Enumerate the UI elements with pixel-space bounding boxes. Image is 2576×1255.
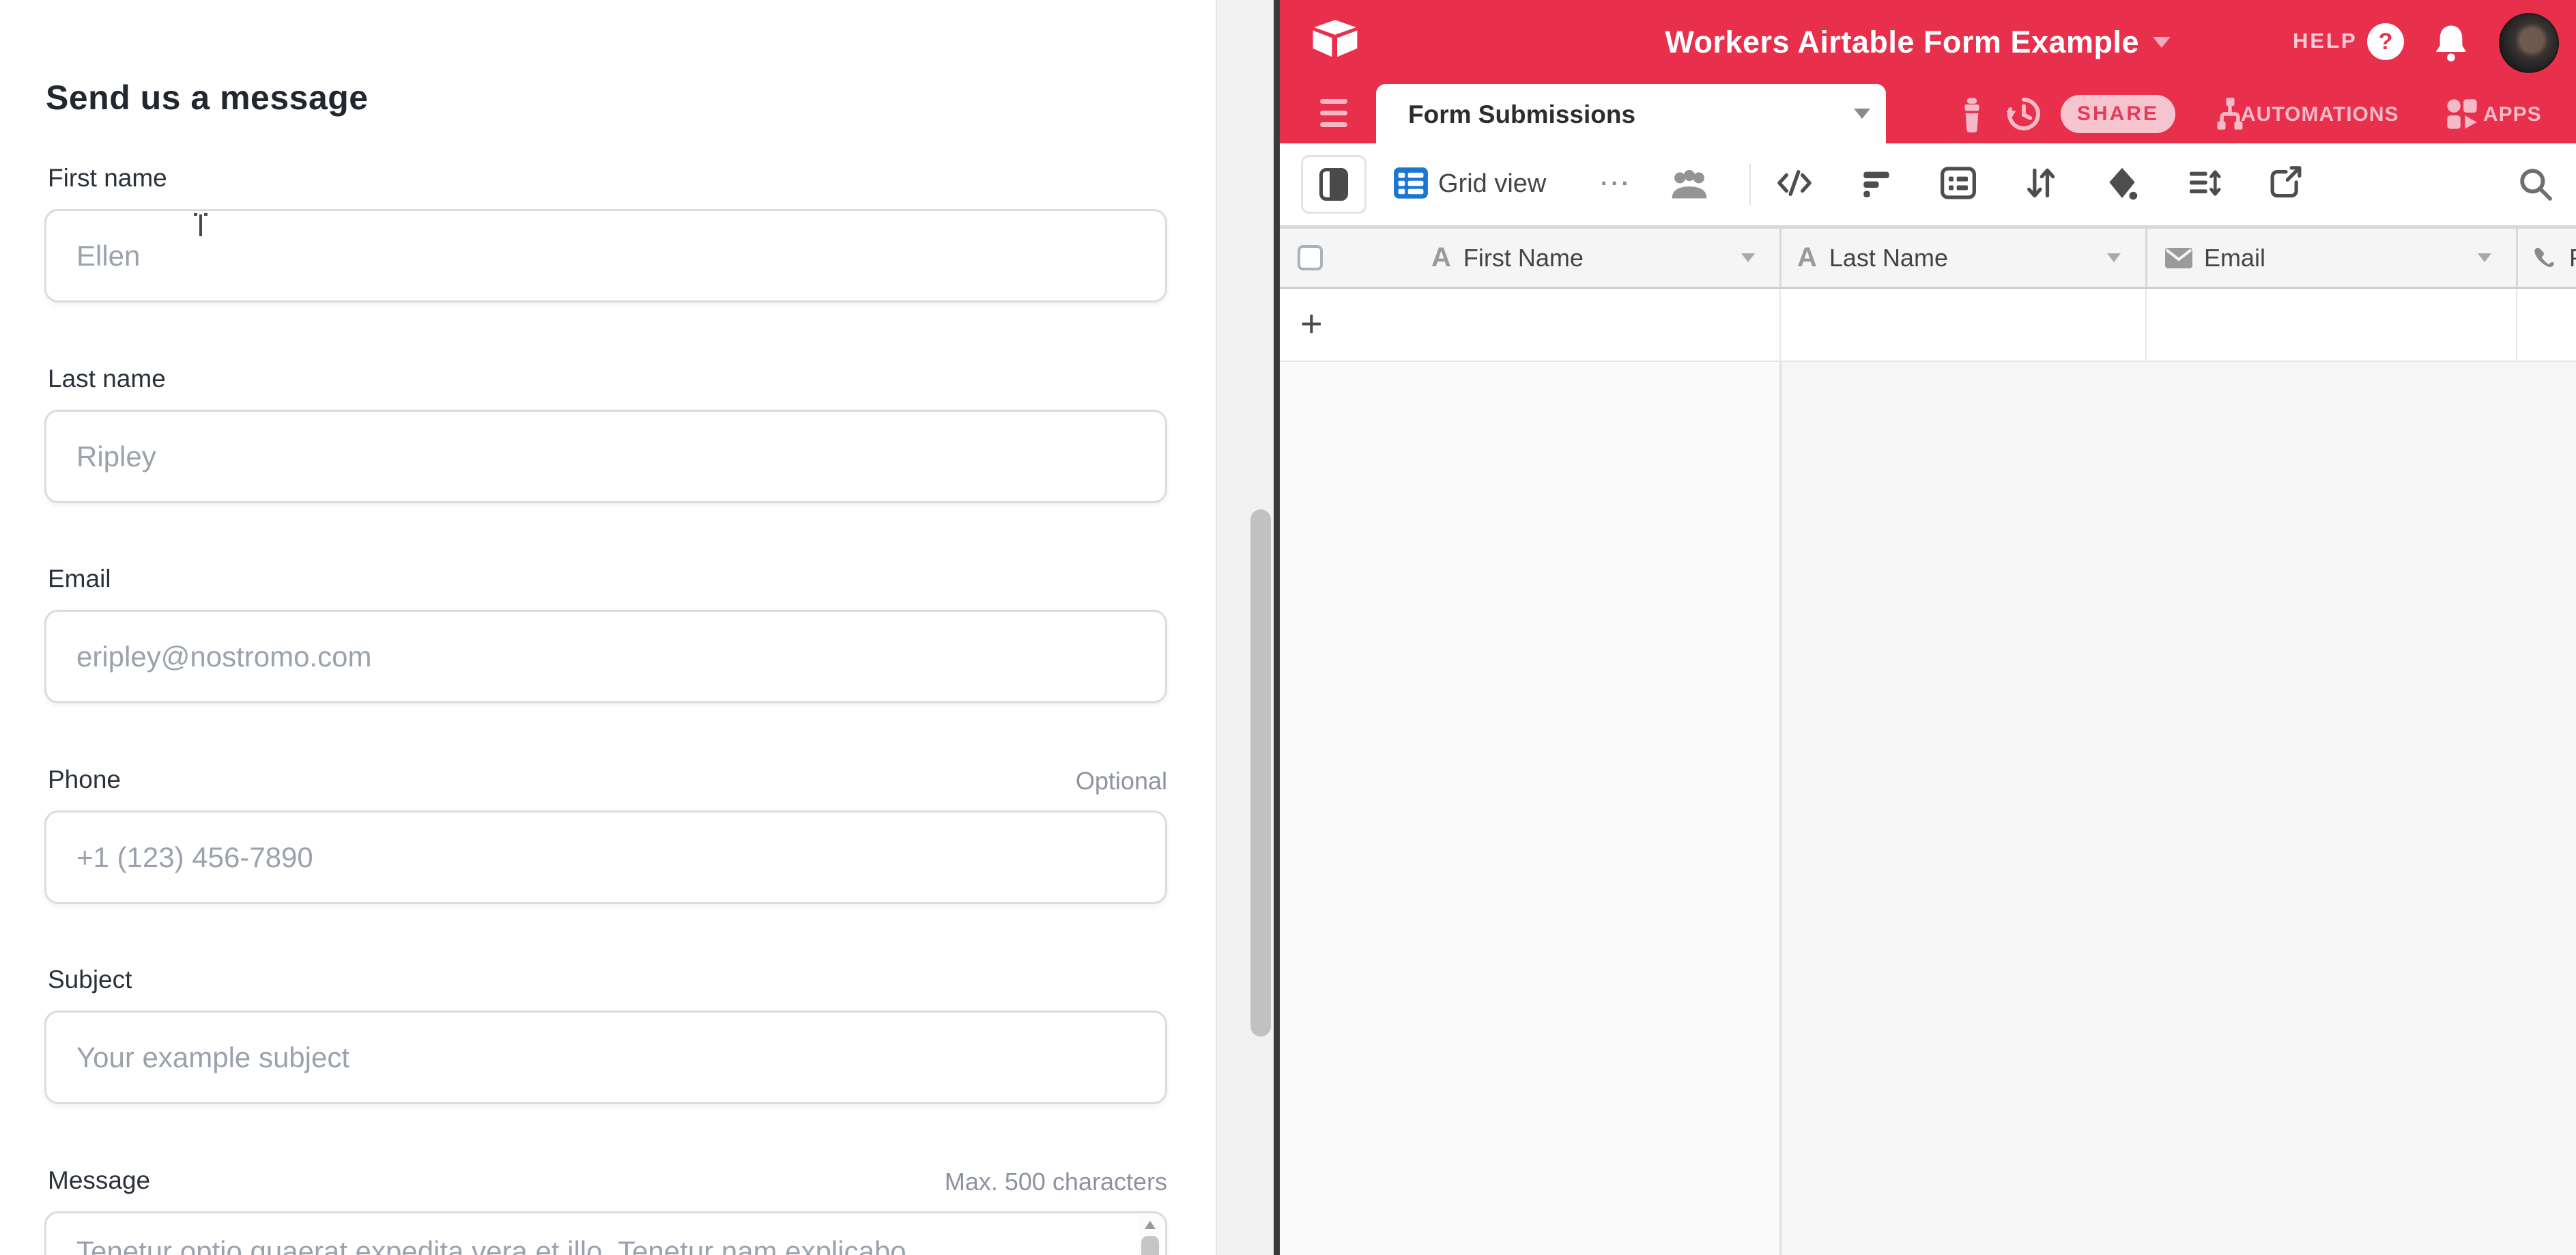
email-input[interactable] <box>44 610 1167 703</box>
apps-icon[interactable] <box>2444 96 2480 132</box>
help-circle-icon[interactable]: ? <box>2367 23 2404 60</box>
ibeam-cursor <box>192 212 210 239</box>
column-divider <box>2145 289 2147 361</box>
window-divider <box>1274 0 1280 1255</box>
column-header-first-name[interactable]: A First Name <box>1431 229 1779 287</box>
email-field-icon <box>2164 247 2193 269</box>
menu-icon[interactable] <box>1320 98 1347 129</box>
message-max-hint: Max. 500 characters <box>945 1168 1167 1196</box>
panel-toggle-button[interactable] <box>1301 155 1366 214</box>
airtable-logo-icon[interactable] <box>1310 18 1360 60</box>
column-header-last-name[interactable]: A Last Name <box>1797 229 2145 287</box>
grid-header-row: A First Name A Last Name Email <box>1280 227 2576 289</box>
email-label: Email <box>48 565 111 593</box>
share-label: SHARE <box>2077 102 2159 126</box>
base-title-wrap[interactable]: Workers Airtable Form Example <box>1665 0 2171 84</box>
caret-down-icon <box>2153 37 2171 48</box>
color-icon[interactable] <box>2103 165 2141 201</box>
grid-column-line <box>1779 362 1781 1255</box>
screen: Send us a message First name Last name E… <box>0 0 2576 1255</box>
share-button[interactable]: SHARE <box>2061 95 2175 133</box>
message-label: Message <box>48 1166 150 1195</box>
group-icon[interactable] <box>1939 165 1977 201</box>
airtable-topbar: Workers Airtable Form Example HELP ? <box>1280 0 2576 84</box>
search-icon[interactable] <box>2517 165 2555 203</box>
phone-label: Phone <box>48 765 121 794</box>
collaborators-icon[interactable] <box>1669 168 1710 203</box>
tab-form-submissions[interactable]: Form Submissions <box>1376 84 1886 143</box>
caret-down-icon[interactable] <box>2107 253 2121 262</box>
column-header-email[interactable]: Email <box>2164 229 2516 287</box>
text-field-icon: A <box>1431 242 1451 273</box>
apps-button[interactable]: APPS <box>2483 103 2542 126</box>
phone-optional-hint: Optional <box>1076 767 1167 795</box>
phone-field-icon <box>2532 245 2558 271</box>
column-divider <box>1779 289 1781 361</box>
view-options-button[interactable]: ··· <box>1601 171 1632 197</box>
view-toolbar: Grid view ··· <box>1280 143 2576 227</box>
avatar[interactable] <box>2499 13 2559 73</box>
page-title: Send us a message <box>46 78 369 117</box>
textarea-scrollbar[interactable] <box>1139 1215 1162 1255</box>
hide-fields-icon[interactable] <box>1775 165 1814 201</box>
panel-toggle-icon <box>1319 168 1348 201</box>
last-name-input[interactable] <box>44 410 1167 503</box>
phone-input[interactable] <box>44 810 1167 904</box>
automations-button[interactable]: AUTOMATIONS <box>2241 103 2399 126</box>
page-scrollbar-thumb[interactable] <box>1250 509 1271 1037</box>
history-icon[interactable] <box>2005 95 2043 133</box>
first-name-label: First name <box>48 164 167 193</box>
row-height-icon[interactable] <box>2185 165 2223 201</box>
grid-primary-column-bg <box>1280 362 1779 1255</box>
form-window: Send us a message First name Last name E… <box>0 0 1274 1255</box>
sort-icon[interactable] <box>2021 165 2059 201</box>
toolbar-divider <box>1749 164 1751 205</box>
grid-empty-area <box>1280 362 2576 1255</box>
subject-label: Subject <box>48 965 132 994</box>
text-field-icon: A <box>1797 242 1817 273</box>
textarea-scroll-thumb[interactable] <box>1141 1236 1159 1255</box>
page-scrollbar[interactable] <box>1216 0 1274 1255</box>
column-divider <box>2145 229 2147 287</box>
tab-label: Form Submissions <box>1408 100 1635 129</box>
add-row-icon[interactable]: + <box>1300 301 1323 346</box>
add-row[interactable]: + <box>1280 289 2576 362</box>
view-name[interactable]: Grid view <box>1438 169 1546 199</box>
help-button[interactable]: HELP <box>2293 29 2358 53</box>
trash-icon[interactable] <box>1954 95 1990 133</box>
bell-icon[interactable] <box>2432 22 2470 63</box>
subject-input[interactable] <box>44 1011 1167 1104</box>
column-header-phone[interactable]: Phone <box>2532 229 2576 287</box>
first-name-input[interactable] <box>44 209 1167 302</box>
column-divider <box>2516 289 2517 361</box>
select-all-checkbox[interactable] <box>1298 245 1323 270</box>
airtable-tabbar: Form Submissions SHARE <box>1280 84 2576 143</box>
last-name-label: Last name <box>48 365 166 393</box>
column-divider <box>2516 229 2518 287</box>
message-textarea[interactable] <box>44 1211 1167 1255</box>
filter-icon[interactable] <box>1857 165 1895 201</box>
caret-down-icon[interactable] <box>2478 253 2491 262</box>
caret-down-icon[interactable] <box>1741 253 1755 262</box>
share-view-icon[interactable] <box>2267 165 2305 201</box>
caret-down-icon[interactable] <box>1854 109 1870 119</box>
base-title[interactable]: Workers Airtable Form Example <box>1665 25 2139 60</box>
scroll-up-arrow-icon[interactable] <box>1145 1221 1156 1229</box>
airtable-window: Workers Airtable Form Example HELP ? For… <box>1280 0 2576 1255</box>
column-divider <box>1779 229 1781 287</box>
grid-view-icon <box>1393 167 1429 199</box>
